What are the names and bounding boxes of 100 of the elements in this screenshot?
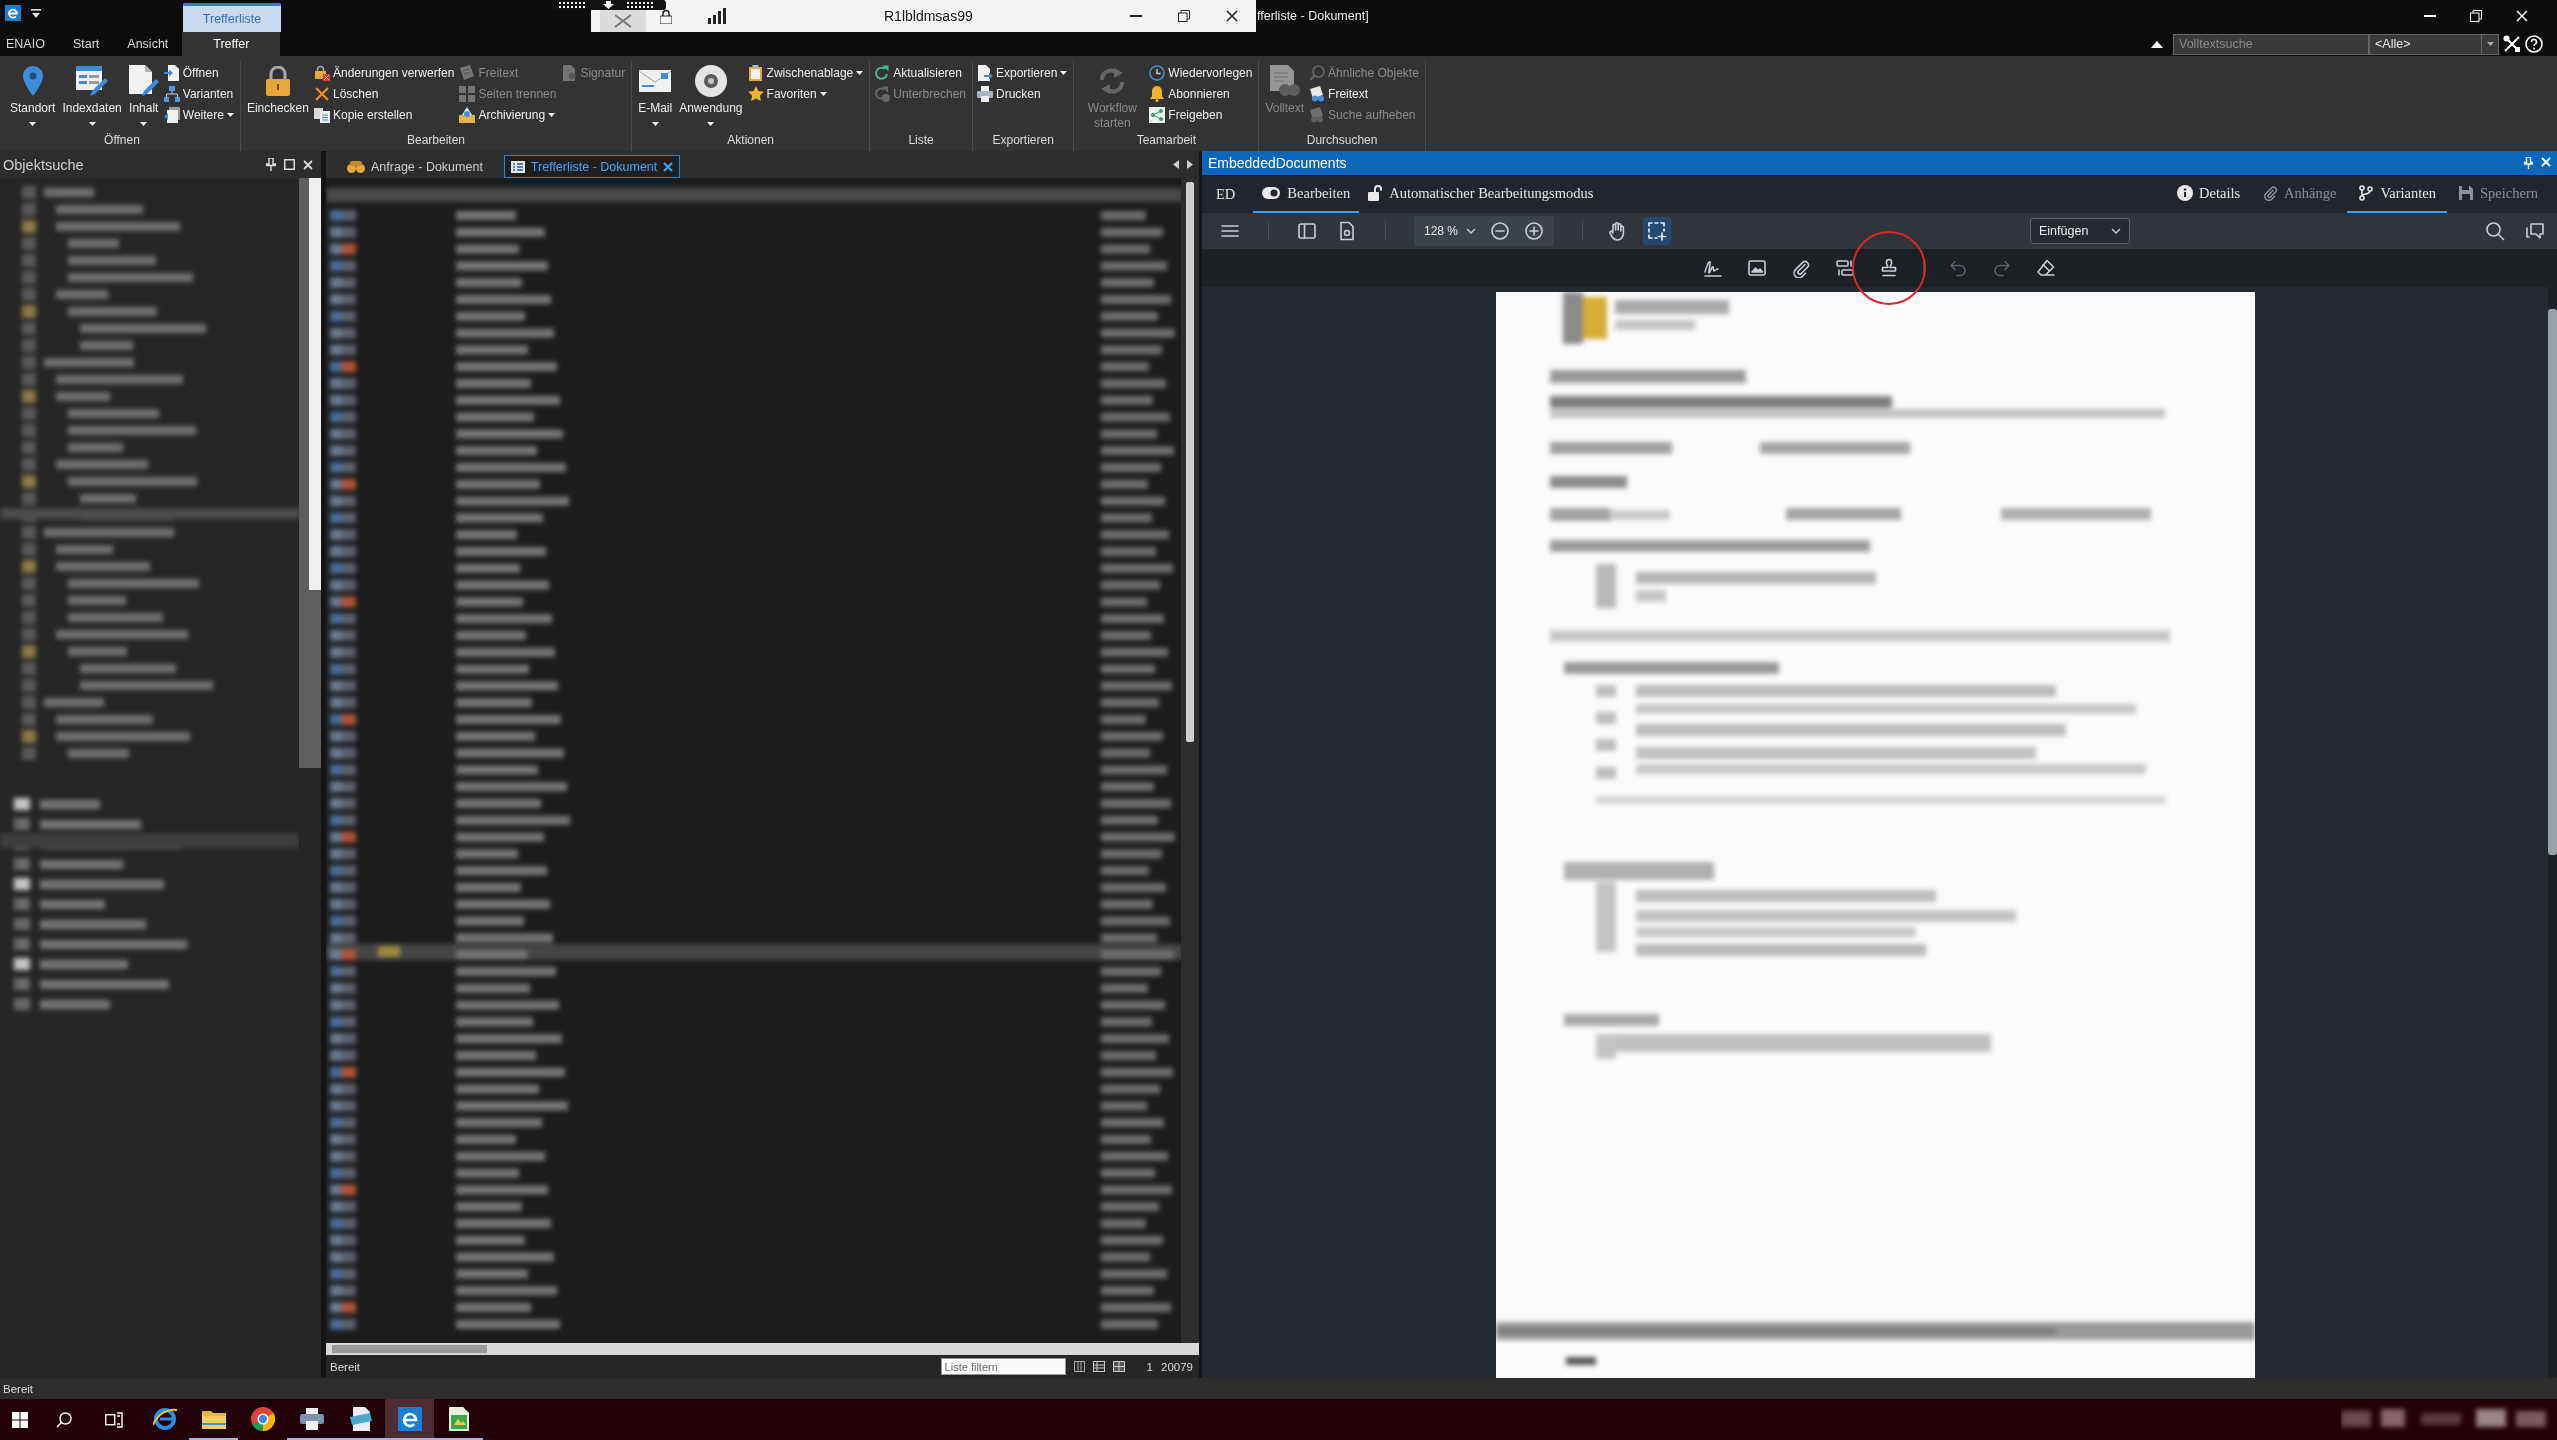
- zoom-in-icon[interactable]: [1524, 221, 1545, 241]
- horizontal-scrollbar[interactable]: [326, 1343, 1199, 1355]
- tools-icon[interactable]: [2503, 35, 2521, 53]
- collapse-ribbon-icon[interactable]: [2151, 40, 2163, 48]
- close-icon[interactable]: [1226, 10, 1238, 22]
- tool-button[interactable]: [1643, 217, 1672, 245]
- filter-field[interactable]: Liste filtern: [940, 1358, 1066, 1375]
- ribbon-button[interactable]: E-Mail: [636, 61, 675, 133]
- ribbon-button[interactable]: Abonnieren: [1149, 83, 1255, 104]
- caret-down-icon: [140, 122, 148, 126]
- ribbon-button[interactable]: Zwischenablage: [747, 62, 866, 83]
- group-label: Exportieren: [991, 133, 1055, 149]
- ribbon-button[interactable]: Einchecken: [244, 61, 311, 133]
- insert-mode-dropdown[interactable]: Einfügen: [2030, 218, 2130, 244]
- mode-tab[interactable]: Automatischer Bearbeitungsmodus: [1359, 175, 1603, 213]
- scrollbar[interactable]: [299, 178, 321, 768]
- pin-icon[interactable]: [266, 158, 276, 171]
- ribbon-button[interactable]: Archivierung: [459, 104, 559, 125]
- ribbon-button[interactable]: Löschen: [313, 83, 457, 104]
- document-tab[interactable]: Trefferliste - Dokument: [503, 155, 681, 178]
- ribbon-button[interactable]: Varianten: [163, 83, 236, 104]
- ribbon-button[interactable]: Kopie erstellen: [313, 104, 457, 125]
- ribbon-button[interactable]: Exportieren: [977, 62, 1070, 83]
- panel-title: EmbeddedDocuments: [1208, 155, 1347, 171]
- search-icon[interactable]: [2485, 221, 2505, 241]
- ribbon-tab[interactable]: Ansicht: [113, 32, 183, 56]
- letter-e-ring-icon: [152, 1406, 177, 1431]
- eraser-icon[interactable]: [2036, 258, 2056, 278]
- status-text: Bereit: [3, 1382, 34, 1395]
- quick-access-menu-icon[interactable]: [31, 8, 41, 18]
- ribbon-button[interactable]: Favoriten: [747, 83, 866, 104]
- restore-icon[interactable]: [2470, 10, 2482, 22]
- scroll-right-icon[interactable]: [1187, 160, 1193, 169]
- ribbon-button[interactable]: Drucken: [977, 83, 1070, 104]
- search-field[interactable]: Volltextsuche: [2173, 33, 2369, 55]
- task-view-icon[interactable]: [105, 1411, 123, 1428]
- group-label: Durchsuchen: [1305, 133, 1379, 149]
- ribbon-button[interactable]: Inhalt: [126, 61, 161, 133]
- binoculars-icon: [347, 160, 365, 173]
- ribbon-button[interactable]: Freigeben: [1149, 104, 1255, 125]
- ribbon-tab[interactable]: Start: [58, 32, 114, 56]
- padlock-icon: [660, 8, 672, 24]
- scrollbar-thumb[interactable]: [309, 178, 321, 590]
- toolbar-tab[interactable]: Details: [2166, 175, 2252, 213]
- app-logo-icon[interactable]: [5, 5, 21, 21]
- signature-icon[interactable]: [1703, 258, 1723, 278]
- restore-icon[interactable]: [1178, 10, 1190, 22]
- zoom-dropdown[interactable]: 128 %: [1424, 224, 1477, 238]
- ribbon-button[interactable]: Wiedervorlegen: [1149, 62, 1255, 83]
- segmented-circle-icon: [250, 1406, 275, 1431]
- scroll-left-icon[interactable]: [1173, 160, 1179, 169]
- ribbon-tab[interactable]: ENAIO: [0, 32, 59, 56]
- caret-down-icon: [29, 122, 37, 126]
- ribbon-button[interactable]: Weitere: [163, 104, 236, 125]
- stamp-icon[interactable]: [1879, 258, 1899, 278]
- document-arrow-icon: [163, 64, 180, 81]
- scope-dropdown[interactable]: <Alle>: [2369, 33, 2499, 55]
- ribbon-button[interactable]: Indexdaten: [60, 61, 124, 133]
- zoom-out-icon[interactable]: [1490, 221, 1511, 241]
- app-logo-icon: [397, 1406, 422, 1431]
- ribbon-tab[interactable]: Treffer: [182, 32, 281, 56]
- branch-icon: [2358, 185, 2375, 201]
- search-icon[interactable]: [56, 1411, 72, 1428]
- close-icon[interactable]: [663, 161, 674, 172]
- document-tab[interactable]: Anfrage - Dokument: [340, 155, 490, 178]
- windows-logo-icon[interactable]: [12, 1411, 28, 1428]
- page-settings-icon[interactable]: [1337, 221, 1357, 241]
- chevron-down-icon: [2111, 228, 2121, 234]
- ribbon-button[interactable]: Standort: [8, 61, 58, 133]
- window-title: fferliste - Dokument]: [1257, 9, 1369, 23]
- x-mark-icon: [614, 14, 632, 28]
- marquee-select-icon: [1647, 221, 1668, 241]
- page-number: 1: [1146, 1360, 1153, 1373]
- sidebar-icon[interactable]: [1297, 221, 1317, 241]
- share-icon: [1149, 106, 1166, 123]
- scrollbar[interactable]: [1181, 178, 1199, 1343]
- chevron-down-icon: [1466, 228, 1477, 234]
- text-replace-icon[interactable]: [1835, 258, 1855, 278]
- ribbon-button[interactable]: Öffnen: [163, 62, 236, 83]
- scrollbar[interactable]: [2548, 287, 2557, 1378]
- ribbon-button[interactable]: Freitext: [1309, 83, 1421, 104]
- scrollbar-thumb[interactable]: [1186, 182, 1194, 742]
- table-view-icon[interactable]: [1092, 1361, 1105, 1372]
- form-pencil-icon: [76, 66, 109, 96]
- hierarchy-icon: [163, 85, 180, 102]
- columns-icon[interactable]: [1073, 1361, 1085, 1372]
- ribbon-button[interactable]: Anwendung: [677, 61, 745, 133]
- comments-icon[interactable]: [2525, 221, 2545, 241]
- scrollbar-thumb[interactable]: [332, 1345, 487, 1353]
- caret-down-icon: [226, 112, 234, 117]
- help-icon[interactable]: [2525, 35, 2543, 53]
- taskbar-button[interactable]: [385, 1399, 434, 1440]
- document-picture-icon: [448, 1406, 469, 1431]
- scrollbar-thumb[interactable]: [2548, 309, 2557, 855]
- image-icon[interactable]: [1747, 258, 1767, 278]
- grid-view-icon[interactable]: [1112, 1361, 1125, 1372]
- ribbon-button[interactable]: Änderungen verwerfen: [313, 62, 457, 83]
- ribbon-button[interactable]: Aktualisieren: [874, 62, 968, 83]
- maximize-icon[interactable]: [284, 159, 295, 170]
- paperclip-icon[interactable]: [1791, 258, 1811, 278]
